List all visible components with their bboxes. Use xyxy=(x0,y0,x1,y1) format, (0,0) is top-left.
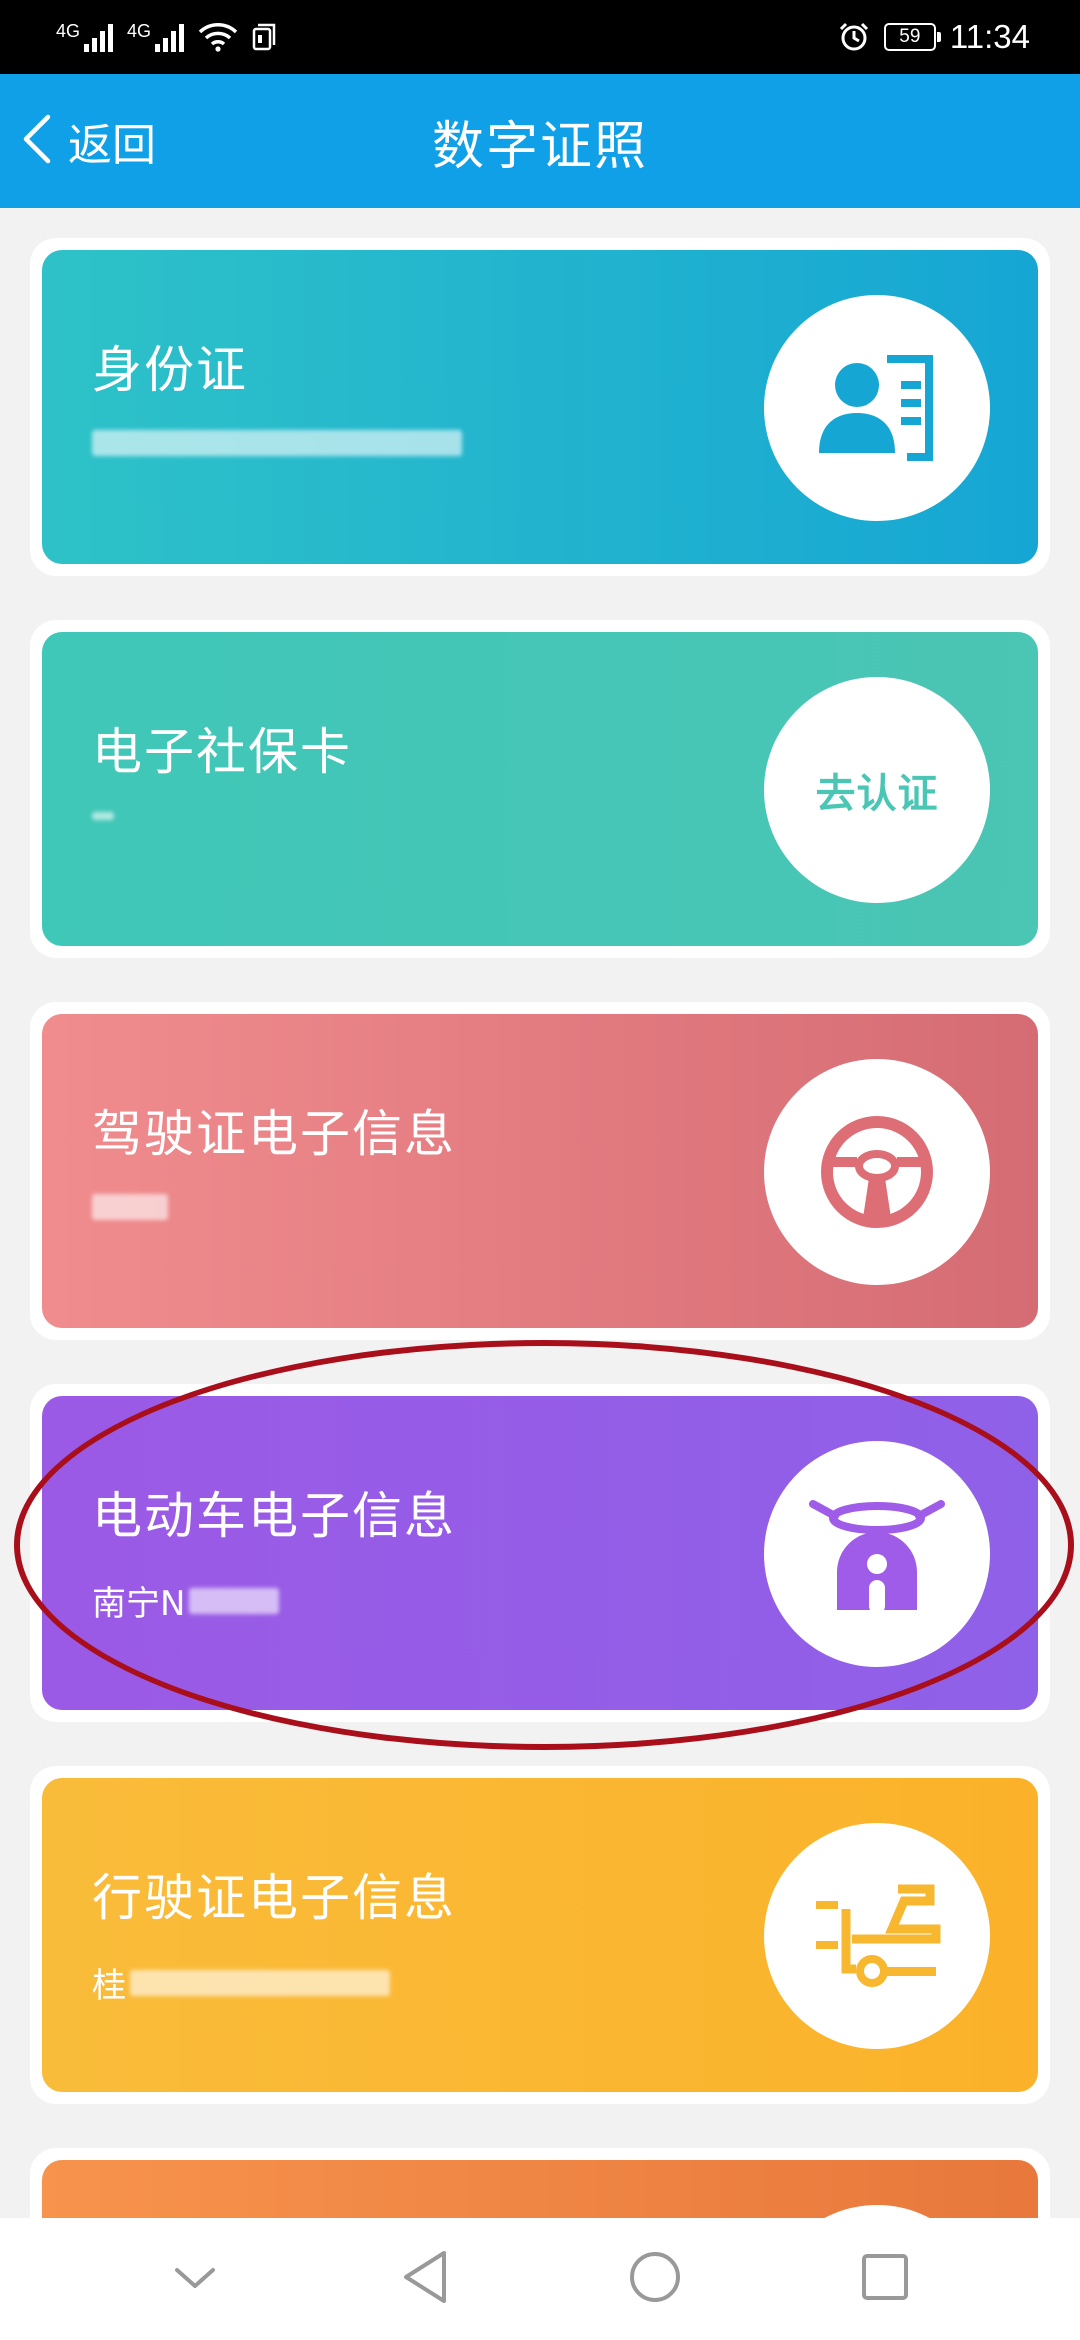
square-recent-icon xyxy=(860,2252,910,2306)
circle-home-icon xyxy=(628,2250,682,2308)
signal-2: 4G xyxy=(127,21,185,52)
status-left: 4G 4G xyxy=(56,22,276,52)
card-subtitle xyxy=(92,812,114,820)
card-title: 电动车电子信息 xyxy=(92,1487,456,1545)
back-button[interactable]: 返回 xyxy=(18,74,156,208)
card-subtitle: 南宁N xyxy=(92,1576,280,1625)
card-frame-ebike: 电动车电子信息 南宁N xyxy=(30,1384,1050,1722)
plate-prefix: 南宁N xyxy=(92,1584,186,1624)
card-title: 电子社保卡 xyxy=(92,723,352,781)
status-time: 11:34 xyxy=(949,18,1030,55)
battery-icon: 59 xyxy=(883,23,941,51)
signal-1: 4G xyxy=(56,21,114,52)
masked-number xyxy=(92,812,114,820)
steering-wheel-icon xyxy=(764,1059,990,1285)
masked-number xyxy=(189,1587,280,1614)
app-header: 返回 数字证照 xyxy=(0,74,1080,208)
card-frame-vehicle: 行驶证电子信息 桂 xyxy=(30,1766,1050,2104)
card-vehicle-license[interactable]: 行驶证电子信息 桂 xyxy=(42,1778,1038,2092)
masked-number xyxy=(130,1969,390,1996)
nav-back-button[interactable] xyxy=(385,2239,465,2319)
signal-bars-icon xyxy=(84,22,114,52)
card-social-security[interactable]: 电子社保卡 去认证 xyxy=(42,632,1038,946)
card-id[interactable]: 身份证 xyxy=(42,250,1038,564)
plate-prefix: 桂 xyxy=(92,1966,126,2006)
card-frame-id: 身份证 xyxy=(30,238,1050,576)
wifi-icon xyxy=(198,22,238,52)
card-frame-social: 电子社保卡 去认证 xyxy=(30,620,1050,958)
verify-label: 去认证 xyxy=(815,771,939,817)
nfc-icon xyxy=(252,23,276,51)
card-ebike[interactable]: 电动车电子信息 南宁N xyxy=(42,1396,1038,1710)
nav-recent-button[interactable] xyxy=(845,2239,925,2319)
collapse-button[interactable] xyxy=(155,2239,235,2319)
card-driver-license[interactable]: 驾驶证电子信息 xyxy=(42,1014,1038,1328)
alarm-icon xyxy=(838,21,870,53)
chevron-left-icon xyxy=(18,109,58,173)
chevron-down-icon xyxy=(173,2262,217,2296)
verify-button[interactable]: 去认证 xyxy=(764,677,990,903)
masked-number xyxy=(92,430,462,456)
id-card-icon xyxy=(764,295,990,521)
scooter-icon xyxy=(764,1441,990,1667)
page-title: 数字证照 xyxy=(431,116,648,177)
card-title: 驾驶证电子信息 xyxy=(92,1105,456,1163)
vehicle-icon xyxy=(764,1823,990,2049)
triangle-back-icon xyxy=(400,2249,450,2309)
nav-home-button[interactable] xyxy=(615,2239,695,2319)
system-nav-bar xyxy=(0,2218,1080,2340)
card-title: 身份证 xyxy=(92,341,248,399)
status-right: 59 11:34 xyxy=(838,18,1030,56)
card-subtitle xyxy=(92,1194,168,1220)
network-type-2: 4G xyxy=(127,21,152,41)
signal-bars-icon xyxy=(155,22,185,52)
card-subtitle: 桂 xyxy=(92,1958,390,2007)
status-bar: 4G 4G 59 11:34 xyxy=(0,0,1080,74)
network-type-1: 4G xyxy=(56,21,81,41)
card-frame-driver: 驾驶证电子信息 xyxy=(30,1002,1050,1340)
masked-number xyxy=(92,1194,168,1220)
card-title: 行驶证电子信息 xyxy=(92,1869,456,1927)
card-subtitle xyxy=(92,430,462,456)
back-label: 返回 xyxy=(68,120,156,171)
